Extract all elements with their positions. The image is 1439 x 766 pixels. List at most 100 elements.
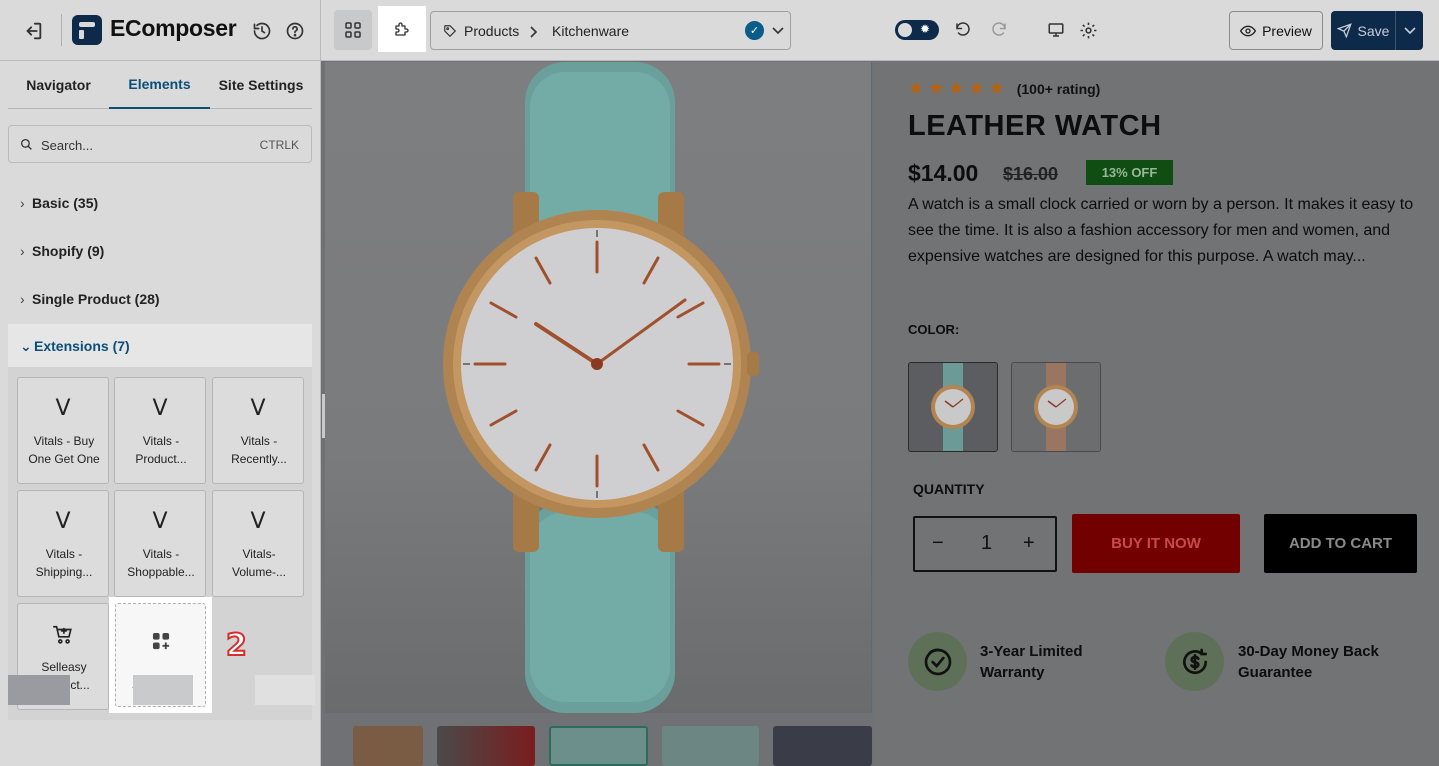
feature-line: 3-Year Limited — [980, 643, 1083, 660]
category-label: Single Product (28) — [32, 291, 160, 307]
toolbar-divider — [61, 14, 62, 46]
chevron-down-icon — [1404, 26, 1416, 34]
category-single-product[interactable]: › Single Product (28) — [20, 291, 160, 307]
teal-watch-thumb — [931, 363, 975, 451]
star-icon: ★ — [988, 78, 1005, 99]
category-label: Shopify (9) — [32, 243, 105, 259]
feature-line: 30-Day Money Back — [1238, 643, 1379, 660]
vitals-logo-icon: V — [250, 509, 266, 534]
search-input[interactable]: Search... CTRLK — [8, 125, 312, 163]
ecomposer-logo-icon — [72, 15, 102, 45]
pink-watch-thumb — [1034, 363, 1078, 451]
redo-icon[interactable] — [988, 19, 1010, 41]
shield-check-icon — [908, 632, 967, 691]
dark-mode-toggle[interactable]: ✹ — [895, 20, 939, 40]
preview-button[interactable]: Preview — [1229, 11, 1323, 50]
discount-badge: 13% OFF — [1086, 160, 1173, 185]
thumbnail-item[interactable] — [353, 726, 423, 766]
quantity-increase-button[interactable]: + — [1023, 532, 1035, 555]
vitals-logo-icon: V — [152, 509, 168, 534]
layout-grid-button[interactable] — [334, 10, 372, 50]
thumbnail-item[interactable] — [437, 726, 535, 766]
rating-stars: ★ ★ ★ ★ ★ (100+ rating) — [908, 78, 1100, 99]
extension-label: Vitals - Product... — [135, 434, 187, 466]
chevron-right-icon — [530, 26, 538, 38]
app-title: EComposer — [110, 15, 237, 41]
watch-illustration — [443, 62, 759, 713]
product-description: A watch is a small clock carried or worn… — [908, 196, 1414, 265]
save-button[interactable]: Save — [1331, 11, 1396, 50]
chevron-down-icon: ⌄ — [20, 338, 32, 354]
extension-tile[interactable]: V Vitals - Recently... — [212, 377, 304, 484]
extensions-label: ⌄ Extensions (7) — [20, 338, 130, 354]
help-icon[interactable] — [283, 19, 307, 43]
exit-icon[interactable] — [20, 18, 46, 44]
extension-tile[interactable]: V Vitals - Shoppable... — [114, 490, 206, 597]
quantity-stepper: − 1 + — [913, 516, 1057, 572]
feature-money-back: 30-Day Money Back Guarantee — [1238, 641, 1379, 683]
extension-tile[interactable]: V Vitals- Volume-... — [212, 490, 304, 597]
add-to-cart-button[interactable]: ADD TO CART — [1264, 514, 1417, 573]
extension-tile[interactable]: V Vitals - Buy One Get One — [17, 377, 109, 484]
compare-price: $16.00 — [1003, 164, 1059, 184]
settings-gear-icon[interactable] — [1077, 19, 1099, 41]
sun-icon: ✹ — [920, 22, 931, 36]
color-swatch-pink[interactable] — [1011, 362, 1101, 452]
annotation-marker-2: 2 — [225, 627, 248, 664]
buy-it-now-button[interactable]: BUY IT NOW — [1072, 514, 1240, 573]
breadcrumb-current: Kitchenware — [552, 23, 630, 39]
feature-line: Guarantee — [1238, 664, 1313, 681]
thumbnail-item[interactable] — [662, 726, 759, 766]
tag-icon — [444, 25, 457, 38]
search-placeholder: Search... — [41, 138, 94, 153]
top-toolbar: EComposer Products Kitchenware ✓ ✹ Previ… — [0, 0, 1439, 61]
product-thumbnails — [325, 726, 872, 766]
page-selector[interactable]: Products Kitchenware ✓ — [430, 11, 791, 50]
star-icon: ★ — [928, 78, 945, 99]
tab-elements[interactable]: Elements — [109, 61, 210, 109]
extension-tile[interactable]: V Vitals - Product... — [114, 377, 206, 484]
category-extensions[interactable]: ⌄ Extensions (7) — [8, 324, 312, 367]
extension-label: Vitals- Volume-... — [231, 547, 287, 579]
save-button-group: Save — [1331, 11, 1423, 50]
quantity-label: QUANTITY — [913, 481, 985, 497]
desktop-icon[interactable] — [1045, 19, 1067, 41]
star-icon: ★ — [948, 78, 965, 99]
send-icon — [1336, 23, 1352, 38]
grid-icon — [345, 22, 361, 38]
quantity-decrease-button[interactable]: − — [932, 532, 944, 555]
history-icon[interactable] — [250, 19, 274, 43]
extensions-button[interactable] — [378, 6, 426, 52]
vitals-logo-icon: V — [55, 509, 71, 534]
money-back-icon — [1165, 632, 1224, 691]
extension-label: Vitals - Shipping... — [35, 547, 93, 579]
color-swatch-teal[interactable] — [908, 362, 998, 452]
strip-thumb — [8, 675, 70, 705]
breadcrumb-parent[interactable]: Products — [464, 23, 519, 39]
product-main-image[interactable] — [325, 62, 872, 713]
tab-site-settings[interactable]: Site Settings — [210, 61, 312, 109]
quantity-value[interactable]: 1 — [981, 532, 992, 555]
undo-icon[interactable] — [952, 19, 974, 41]
product-price: $14.00 — [908, 160, 979, 186]
category-shopify[interactable]: › Shopify (9) — [20, 243, 104, 259]
sidebar-bottom-strip — [0, 675, 321, 705]
color-label: COLOR: — [908, 322, 960, 337]
category-label: Basic (35) — [32, 195, 99, 211]
category-basic[interactable]: › Basic (35) — [20, 195, 98, 211]
extension-tile[interactable]: V Vitals - Shipping... — [17, 490, 109, 597]
feature-warranty: 3-Year Limited Warranty — [980, 641, 1083, 683]
tab-navigator[interactable]: Navigator — [8, 61, 109, 109]
eye-icon — [1240, 25, 1257, 36]
puzzle-icon — [395, 22, 409, 36]
extension-label: Vitals - Recently... — [231, 434, 287, 466]
sidebar-tabs: Navigator Elements Site Settings — [8, 61, 312, 109]
star-icon: ★ — [908, 78, 925, 99]
thumbnail-item[interactable] — [773, 726, 872, 766]
rating-text: (100+ rating) — [1016, 80, 1101, 97]
save-options-button[interactable] — [1397, 11, 1423, 50]
thumbnail-item[interactable] — [549, 726, 648, 766]
strip-thumb — [133, 675, 193, 705]
vitals-logo-icon: V — [55, 396, 71, 421]
extension-label: Vitals - Buy One Get One — [28, 434, 100, 466]
